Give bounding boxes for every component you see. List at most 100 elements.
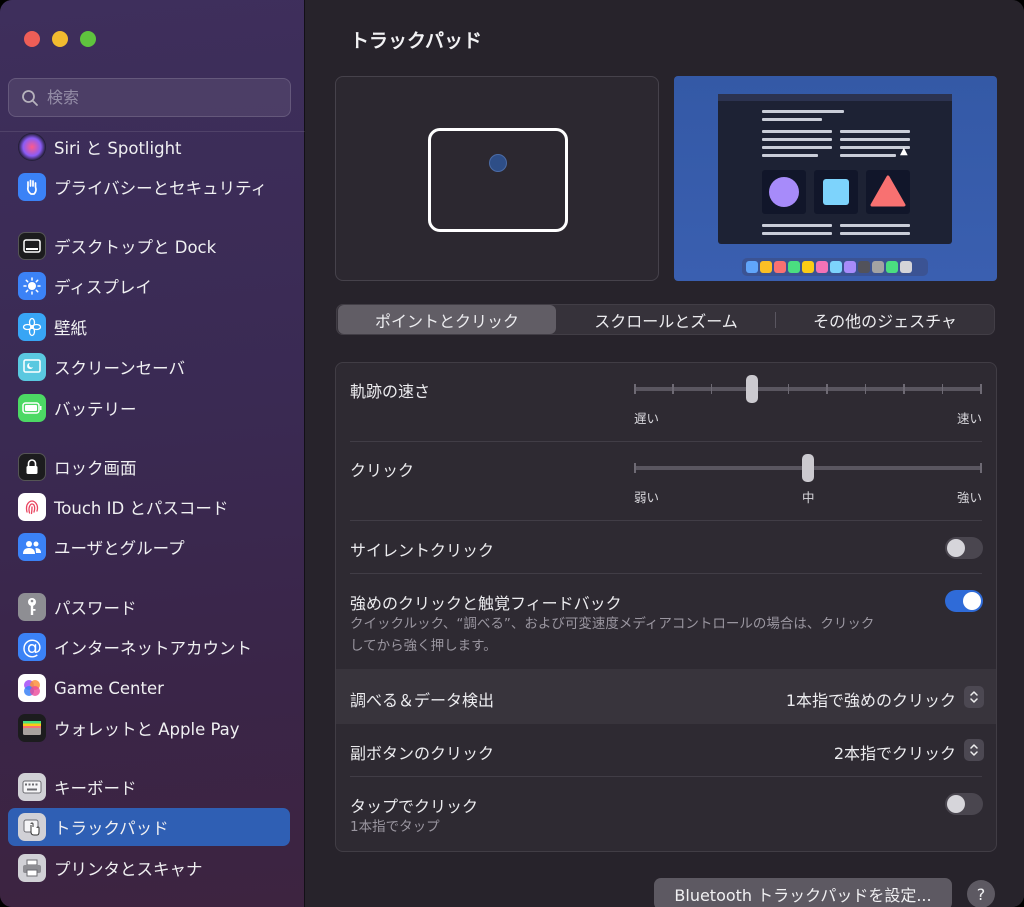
sidebar-item-desktop-dock[interactable]: デスクトップと Dock: [8, 227, 290, 265]
tap-to-click-sublabel: 1本指でタップ: [350, 819, 440, 835]
click-force-mid-label: 中: [802, 490, 815, 505]
sidebar-item-label: パスワード: [54, 599, 137, 618]
sidebar-item-label: トラックパッド: [54, 819, 169, 838]
wallet-icon: [18, 714, 46, 742]
tracking-speed-tick: [634, 384, 636, 394]
search-icon: [22, 89, 38, 106]
sidebar-item-siri-spotlight[interactable]: Siri と Spotlight: [8, 128, 290, 166]
tracking-speed-tick: [672, 384, 674, 394]
tap-to-click-toggle[interactable]: [945, 793, 983, 815]
sidebar-item-game-center[interactable]: Game Center: [8, 669, 290, 707]
force-click-description-line2: してから強く押します。: [350, 638, 497, 654]
sidebar-item-trackpad[interactable]: トラックパッド: [8, 808, 290, 846]
battery-icon: [18, 394, 46, 422]
sidebar-item-label: Siri と Spotlight: [54, 139, 182, 158]
keyboard-icon: [18, 773, 46, 801]
tracking-speed-tick: [826, 384, 828, 394]
preview-window-illustration: ▲: [718, 94, 952, 244]
tracking-speed-tick: [710, 384, 713, 394]
tab-bar: ポイントとクリック スクロールとズーム その他のジェスチャ: [336, 304, 995, 335]
sidebar-item-users-groups[interactable]: ユーザとグループ: [8, 528, 290, 566]
secondary-click-label: 副ボタンのクリック: [350, 744, 495, 763]
sidebar-item-label: プライバシーとセキュリティ: [54, 179, 268, 198]
sidebar-item-wallet-apple-pay[interactable]: ウォレットと Apple Pay: [8, 709, 290, 747]
tap-to-click-label: タップでクリック: [350, 797, 479, 816]
sidebar-item-keyboard[interactable]: キーボード: [8, 768, 290, 806]
sidebar-item-lock-screen[interactable]: ロック画面: [8, 448, 290, 486]
tab-point-and-click[interactable]: ポイントとクリック: [338, 305, 556, 334]
force-click-toggle[interactable]: [945, 590, 983, 612]
sidebar-item-label: プリンタとスキャナ: [54, 860, 203, 879]
game-center-icon: [18, 674, 46, 702]
search-field[interactable]: [8, 78, 291, 117]
sidebar: Siri と Spotlight プライバシーとセキュリティ デスクトップと D…: [0, 0, 305, 907]
settings-window: Siri と Spotlight プライバシーとセキュリティ デスクトップと D…: [0, 0, 1024, 907]
siri-icon: [18, 133, 46, 161]
tracking-speed-tick: [903, 384, 905, 394]
settings-group: 軌跡の速さ 遅い 速い クリック 弱い 中 強い サイレントクリック 強めのクリ…: [335, 362, 997, 852]
wallpaper-flower-icon: [18, 313, 46, 341]
trackpad-gesture-preview: [335, 76, 659, 281]
force-click-label: 強めのクリックと触覚フィードバック: [350, 594, 622, 613]
tracking-speed-tick: [787, 384, 790, 394]
sidebar-item-displays[interactable]: ディスプレイ: [8, 267, 290, 305]
printer-icon: [18, 854, 46, 882]
page-title: トラックパッド: [350, 30, 483, 52]
tracking-speed-tick: [941, 384, 944, 394]
search-input[interactable]: [47, 88, 267, 107]
tracking-speed-min-label: 遅い: [634, 411, 660, 426]
click-force-slider-thumb[interactable]: [802, 454, 814, 482]
tab-more-gestures[interactable]: その他のジェスチャ: [776, 305, 994, 334]
tracking-speed-slider[interactable]: [634, 387, 982, 391]
display-brightness-icon: [18, 272, 46, 300]
close-window-button[interactable]: [24, 31, 40, 47]
silent-click-label: サイレントクリック: [350, 541, 495, 560]
key-icon: [18, 593, 46, 621]
sidebar-item-internet-accounts[interactable]: @ インターネットアカウント: [8, 628, 290, 666]
lookup-popup-value[interactable]: 1本指で強めのクリック: [786, 687, 956, 711]
sidebar-item-label: Touch ID とパスコード: [54, 499, 229, 518]
secondary-click-popup-value[interactable]: 2本指でクリック: [834, 740, 956, 764]
silent-click-toggle[interactable]: [945, 537, 983, 559]
tracking-speed-max-label: 速い: [956, 411, 982, 426]
sidebar-item-label: デスクトップと Dock: [54, 238, 217, 257]
sidebar-item-label: ウォレットと Apple Pay: [54, 720, 240, 739]
zoom-window-button[interactable]: [80, 31, 96, 47]
fingerprint-icon: [18, 493, 46, 521]
lookup-popup-chevron-icon[interactable]: [964, 686, 984, 708]
finger-position-dot: [489, 154, 507, 172]
click-force-min-label: 弱い: [634, 490, 660, 505]
dock-icon: [18, 232, 46, 260]
sidebar-item-touch-id[interactable]: Touch ID とパスコード: [8, 488, 290, 526]
sidebar-item-label: Game Center: [54, 678, 164, 698]
secondary-click-popup-chevron-icon[interactable]: [964, 739, 984, 761]
help-button[interactable]: ?: [967, 880, 995, 907]
users-icon: [18, 533, 46, 561]
sidebar-item-screensaver[interactable]: スクリーンセーバ: [8, 348, 290, 386]
sidebar-item-label: ディスプレイ: [54, 278, 152, 297]
lookup-label: 調べる＆データ検出: [350, 691, 495, 710]
tracking-speed-slider-thumb[interactable]: [746, 375, 758, 403]
sidebar-item-printers-scanners[interactable]: プリンタとスキャナ: [8, 849, 290, 887]
tracking-speed-tick: [980, 384, 982, 394]
sidebar-item-label: ユーザとグループ: [54, 539, 185, 558]
click-force-label: クリック: [350, 461, 415, 480]
tracking-speed-label: 軌跡の速さ: [350, 382, 431, 401]
sidebar-item-label: バッテリー: [54, 400, 137, 419]
sidebar-item-passwords[interactable]: パスワード: [8, 588, 290, 626]
main-pane: トラックパッド ▲ ポイントとクリック スクロールとズーム その他のジェスチャ …: [306, 0, 1024, 907]
setup-bluetooth-trackpad-button[interactable]: Bluetooth トラックパッドを設定...: [654, 878, 952, 907]
sidebar-item-wallpaper[interactable]: 壁紙: [8, 308, 290, 346]
preview-dock-illustration: [742, 258, 928, 276]
trackpad-icon: [18, 813, 46, 841]
sidebar-item-label: ロック画面: [54, 459, 137, 478]
hand-icon: [18, 173, 46, 201]
click-force-max-label: 強い: [956, 490, 982, 505]
sidebar-item-battery[interactable]: バッテリー: [8, 389, 290, 427]
lock-icon: [18, 453, 46, 481]
sidebar-item-privacy[interactable]: プライバシーとセキュリティ: [8, 168, 290, 206]
tab-scroll-and-zoom[interactable]: スクロールとズーム: [557, 305, 775, 334]
trackpad-illustration: [428, 128, 568, 232]
desktop-preview-image: ▲: [674, 76, 997, 281]
minimize-window-button[interactable]: [52, 31, 68, 47]
